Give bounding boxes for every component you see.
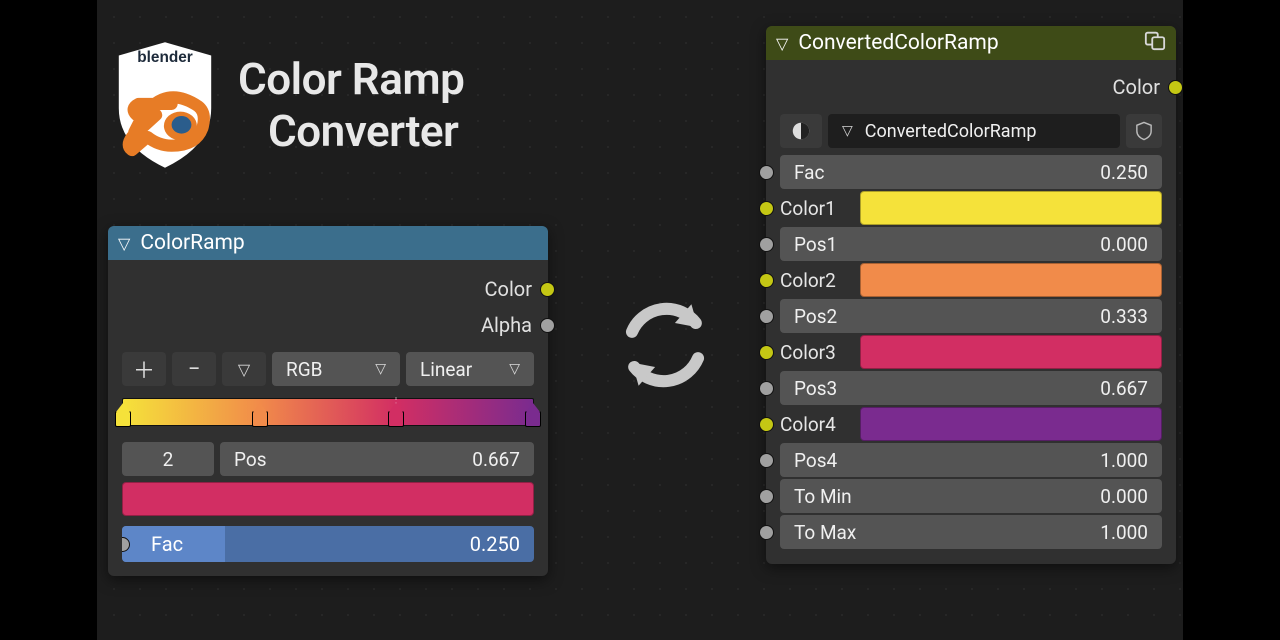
stop-menu-button[interactable]: ▽ bbox=[222, 352, 266, 386]
number-input-field[interactable]: Pos2 0.333 bbox=[780, 299, 1162, 333]
fake-user-shield-button[interactable] bbox=[1126, 114, 1162, 148]
socket-dot-icon[interactable] bbox=[759, 165, 774, 180]
gradient-bar[interactable] bbox=[122, 398, 534, 426]
input-label: Pos4 bbox=[794, 449, 837, 472]
color-swatch-input[interactable] bbox=[860, 407, 1162, 441]
input-value: 1.000 bbox=[1100, 449, 1148, 472]
number-input-field[interactable]: Pos4 1.000 bbox=[780, 443, 1162, 477]
chevron-down-icon: ▽ bbox=[118, 234, 130, 253]
number-input-field[interactable]: Pos3 0.667 bbox=[780, 371, 1162, 405]
convertedcolorramp-node[interactable]: ▽ ConvertedColorRamp Color ▽ ConvertedCo… bbox=[766, 26, 1176, 564]
page-title: Color Ramp Converter bbox=[238, 54, 464, 158]
value-input-row: Fac 0.250 bbox=[780, 154, 1162, 190]
blender-logo: blender bbox=[110, 40, 220, 170]
output-color-socket[interactable]: Color bbox=[122, 274, 534, 304]
value-input-row: Pos3 0.667 bbox=[780, 370, 1162, 406]
socket-dot-icon[interactable] bbox=[759, 345, 774, 360]
number-input-field[interactable]: Fac 0.250 bbox=[780, 155, 1162, 189]
chevron-down-icon: ▽ bbox=[509, 361, 520, 377]
input-label: To Min bbox=[794, 485, 852, 508]
chevron-down-icon: ▽ bbox=[238, 360, 250, 379]
value-input-row: Pos1 0.000 bbox=[780, 226, 1162, 262]
input-value: 0.000 bbox=[1100, 233, 1148, 256]
colorramp-node-title: ColorRamp bbox=[140, 231, 244, 255]
fac-input-slider[interactable]: Fac 0.250 bbox=[122, 526, 534, 562]
chevron-down-icon: ▽ bbox=[842, 123, 853, 139]
socket-dot-icon[interactable] bbox=[759, 273, 774, 288]
socket-dot-icon[interactable] bbox=[759, 309, 774, 324]
socket-dot-icon[interactable] bbox=[759, 201, 774, 216]
input-label: Color2 bbox=[780, 269, 850, 292]
chevron-down-icon: ▽ bbox=[375, 361, 386, 377]
color-input-row: Color3 bbox=[780, 334, 1162, 370]
value-input-row: Pos4 1.000 bbox=[780, 442, 1162, 478]
input-value: 0.333 bbox=[1100, 305, 1148, 328]
selected-stop-index[interactable]: 2 bbox=[122, 442, 214, 476]
socket-dot-icon[interactable] bbox=[1168, 80, 1183, 95]
input-label: Color1 bbox=[780, 197, 850, 220]
socket-dot-icon[interactable] bbox=[759, 525, 774, 540]
input-value: 0.667 bbox=[1100, 377, 1148, 400]
value-input-row: Pos2 0.333 bbox=[780, 298, 1162, 334]
input-label: Color4 bbox=[780, 413, 850, 436]
socket-dot-icon[interactable] bbox=[540, 282, 555, 297]
input-label: Pos1 bbox=[794, 233, 837, 256]
input-label: Color3 bbox=[780, 341, 850, 364]
gradient-stop-handle[interactable] bbox=[525, 411, 541, 427]
socket-dot-icon[interactable] bbox=[759, 453, 774, 468]
socket-dot-icon[interactable] bbox=[759, 489, 774, 504]
input-value: 1.000 bbox=[1100, 521, 1148, 544]
color-swatch-input[interactable] bbox=[860, 263, 1162, 297]
colorramp-node-header[interactable]: ▽ ColorRamp bbox=[108, 226, 548, 260]
value-input-row: To Max 1.000 bbox=[780, 514, 1162, 550]
input-label: Pos2 bbox=[794, 305, 837, 328]
input-value: 0.000 bbox=[1100, 485, 1148, 508]
value-input-row: To Min 0.000 bbox=[780, 478, 1162, 514]
remove-stop-button[interactable]: − bbox=[172, 352, 216, 386]
node-group-icon[interactable] bbox=[780, 114, 822, 148]
convertedcolorramp-node-header[interactable]: ▽ ConvertedColorRamp bbox=[766, 26, 1176, 60]
chevron-down-icon: ▽ bbox=[776, 34, 788, 53]
selected-stop-color-swatch[interactable] bbox=[122, 482, 534, 516]
add-stop-button[interactable]: ＋ bbox=[122, 352, 166, 386]
input-label: Fac bbox=[794, 161, 824, 184]
color-input-row: Color1 bbox=[780, 190, 1162, 226]
gradient-stop-handle[interactable] bbox=[252, 411, 268, 427]
interpolation-select[interactable]: Linear ▽ bbox=[406, 352, 534, 386]
number-input-field[interactable]: Pos1 0.000 bbox=[780, 227, 1162, 261]
number-input-field[interactable]: To Max 1.000 bbox=[780, 515, 1162, 549]
colorramp-node[interactable]: ▽ ColorRamp Color Alpha ＋ − ▽ RGB ▽ Line… bbox=[108, 226, 548, 576]
output-alpha-socket[interactable]: Alpha bbox=[122, 310, 534, 340]
input-label: Pos3 bbox=[794, 377, 837, 400]
color-swatch-input[interactable] bbox=[860, 335, 1162, 369]
node-group-interface-icon[interactable] bbox=[1144, 29, 1166, 57]
socket-dot-icon[interactable] bbox=[759, 417, 774, 432]
gradient-stop-handle[interactable] bbox=[115, 411, 131, 427]
socket-dot-icon[interactable] bbox=[759, 381, 774, 396]
number-input-field[interactable]: To Min 0.000 bbox=[780, 479, 1162, 513]
input-value: 0.250 bbox=[1100, 161, 1148, 184]
color-input-row: Color4 bbox=[780, 406, 1162, 442]
blender-logo-text: blender bbox=[137, 49, 193, 66]
output-color-socket[interactable]: Color bbox=[780, 72, 1162, 102]
color-mode-select[interactable]: RGB ▽ bbox=[272, 352, 400, 386]
socket-dot-icon[interactable] bbox=[759, 237, 774, 252]
convertedcolorramp-node-title: ConvertedColorRamp bbox=[798, 31, 998, 55]
stop-position-field[interactable]: Pos 0.667 bbox=[220, 442, 534, 476]
input-label: To Max bbox=[794, 521, 856, 544]
color-input-row: Color2 bbox=[780, 262, 1162, 298]
gradient-stop-handle[interactable] bbox=[388, 411, 404, 427]
convert-icon bbox=[610, 290, 720, 404]
color-swatch-input[interactable] bbox=[860, 191, 1162, 225]
socket-dot-icon[interactable] bbox=[540, 318, 555, 333]
node-group-name-field[interactable]: ▽ ConvertedColorRamp bbox=[828, 114, 1120, 148]
